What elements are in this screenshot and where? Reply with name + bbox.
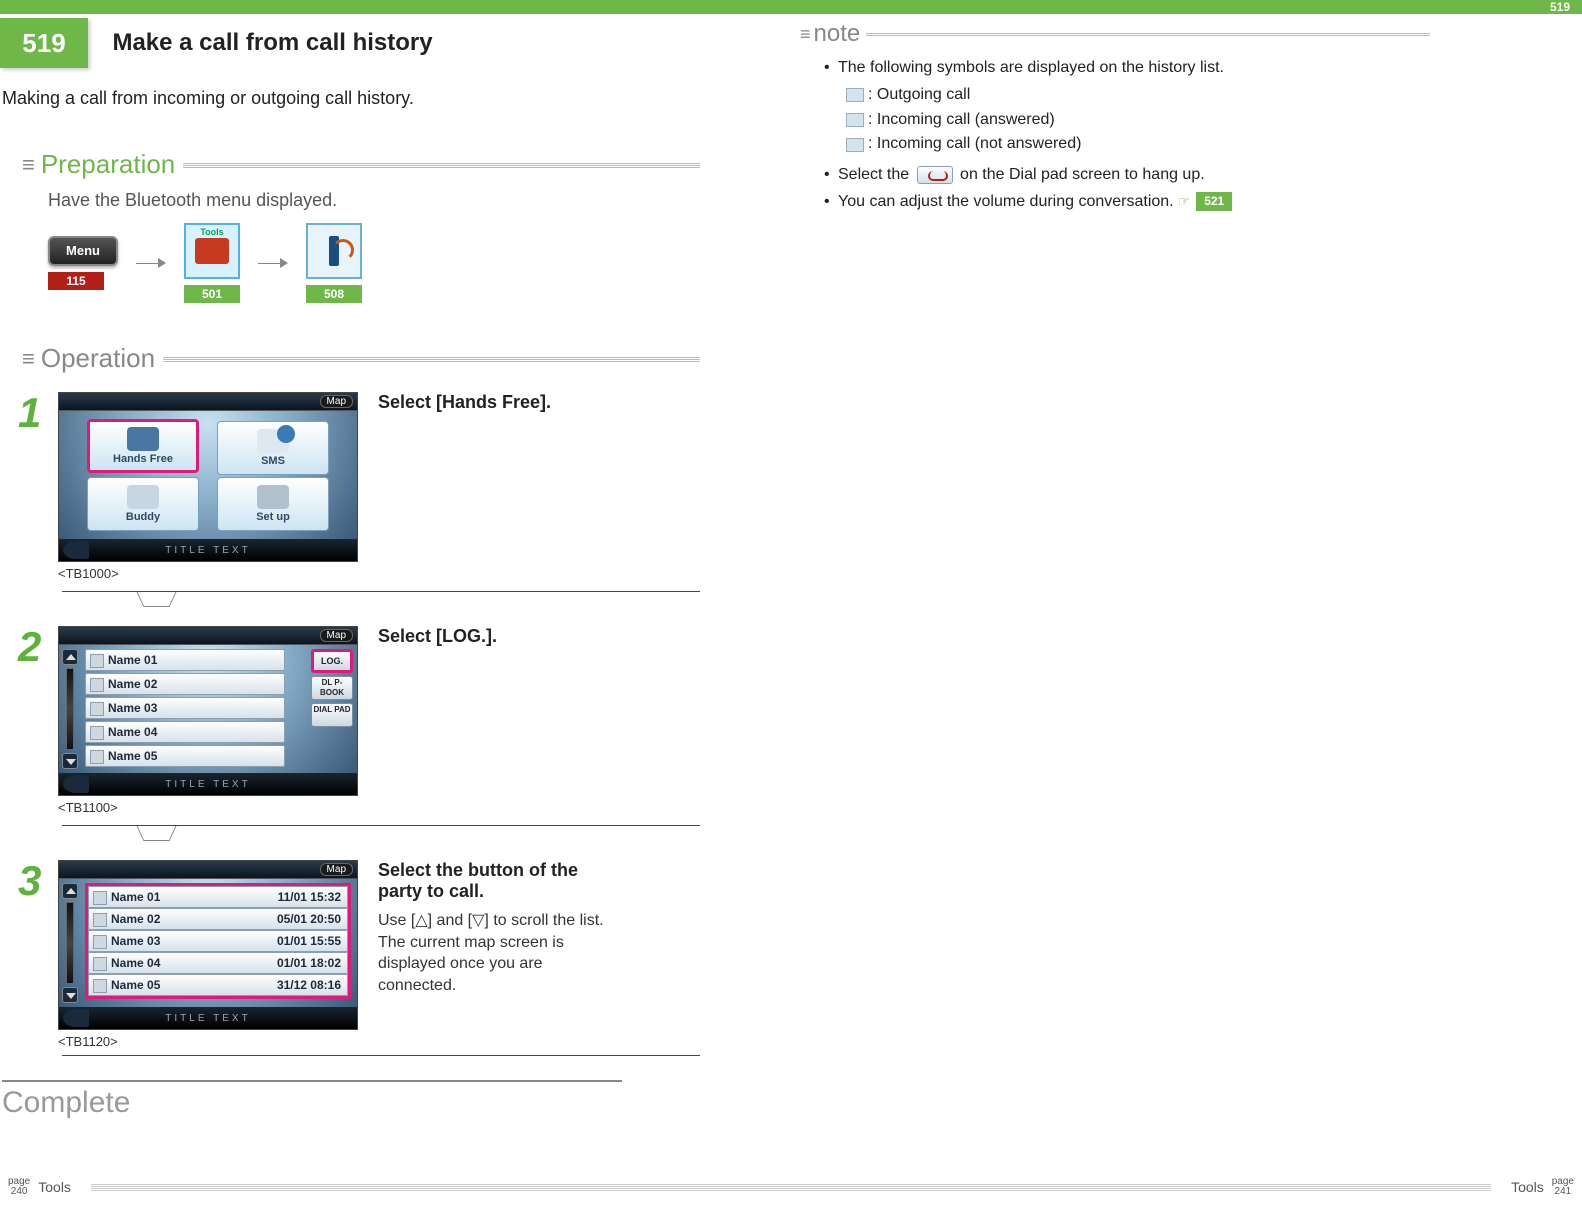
setup-button[interactable]: Set up [217, 477, 329, 531]
outgoing-call-icon [846, 88, 864, 102]
title-text-label: TITLE TEXT [165, 779, 250, 790]
tools-icon: Tools [184, 223, 240, 279]
footer-tools-left: Tools [38, 1179, 71, 1195]
step-connector-icon [140, 826, 180, 842]
map-button[interactable]: Map [320, 863, 353, 876]
step3-title: Select the button of the party to call. [378, 860, 618, 902]
step-1: 1 Map Hands Free SMS Buddy Set up TITLE … [18, 392, 700, 581]
incoming-unanswered-icon [846, 138, 864, 152]
section-number-badge: 519 [0, 18, 88, 68]
scrollbar[interactable] [66, 902, 74, 984]
hands-free-button[interactable]: Hands Free [87, 419, 199, 473]
reference-hand-icon: ☞ [1178, 193, 1191, 209]
title-text-label: TITLE TEXT [165, 545, 250, 556]
step1-title: Select [Hands Free]. [378, 392, 618, 413]
screen-id: <TB1000> [58, 566, 358, 581]
menu-button-icon: Menu [48, 236, 118, 266]
arrow-icon [258, 257, 288, 269]
ref-badge-521: 521 [1196, 192, 1232, 211]
back-icon[interactable] [63, 1009, 89, 1027]
buddy-button[interactable]: Buddy [87, 477, 199, 531]
step-number: 3 [18, 860, 58, 1049]
title-text-label: TITLE TEXT [165, 1013, 250, 1024]
sms-button[interactable]: SMS [217, 421, 329, 475]
step2-title: Select [LOG.]. [378, 626, 618, 647]
page-intro: Making a call from incoming or outgoing … [2, 88, 700, 109]
list-item[interactable]: Name 04 [85, 721, 285, 743]
step-number: 2 [18, 626, 58, 815]
step2-screenshot: Map Name 01 Name 02 Name 03 Name 04 [58, 626, 358, 796]
list-item[interactable]: Name 0531/12 08:16 [88, 974, 348, 996]
hangup-button-icon [917, 166, 953, 184]
scroll-down-button[interactable] [62, 753, 78, 769]
bluetooth-icon [306, 223, 362, 279]
preparation-row: Menu 115 Tools 501 508 [48, 223, 700, 303]
screen-id: <TB1100> [58, 800, 358, 815]
scroll-down-button[interactable] [62, 987, 78, 1003]
page-title: Make a call from call history [112, 18, 432, 68]
note-item: Select the on the Dial pad screen to han… [824, 163, 1430, 188]
list-item[interactable]: Name 0401/01 18:02 [88, 952, 348, 974]
step-number: 1 [18, 392, 58, 581]
ref-badge-508: 508 [306, 285, 362, 303]
step-2: 2 Map Name 01 Name 02 Name 03 [18, 626, 700, 815]
step-3: 3 Map Name 0111/01 15:32 Name 0205/01 20… [18, 860, 700, 1049]
screen-id: <TB1120> [58, 1034, 358, 1049]
back-icon[interactable] [63, 775, 89, 793]
ref-badge-501: 501 [184, 285, 240, 303]
list-item[interactable]: Name 03 [85, 697, 285, 719]
scroll-up-button[interactable] [62, 649, 78, 665]
map-button[interactable]: Map [320, 629, 353, 642]
preparation-text: Have the Bluetooth menu displayed. [48, 190, 700, 211]
note-heading: ≡ note [800, 20, 1430, 48]
note-item: You can adjust the volume during convers… [824, 190, 1430, 215]
footer-tools-right: Tools [1511, 1179, 1544, 1195]
complete-label: Complete [2, 1080, 622, 1120]
list-item[interactable]: Name 01 [85, 649, 285, 671]
incoming-answered-icon [846, 113, 864, 127]
list-item[interactable]: Name 0111/01 15:32 [88, 886, 348, 908]
preparation-heading: ≡ Preparation [22, 149, 700, 180]
map-button[interactable]: Map [320, 395, 353, 408]
back-icon[interactable] [63, 541, 89, 559]
list-item[interactable]: Name 0301/01 15:55 [88, 930, 348, 952]
step3-screenshot: Map Name 0111/01 15:32 Name 0205/01 20:5… [58, 860, 358, 1030]
arrow-icon [136, 257, 166, 269]
step1-screenshot: Map Hands Free SMS Buddy Set up TITLE TE… [58, 392, 358, 562]
note-item: The following symbols are displayed on t… [824, 56, 1430, 157]
list-item[interactable]: Name 05 [85, 745, 285, 767]
dialpad-button[interactable]: DIAL PAD [311, 703, 353, 727]
log-button[interactable]: LOG. [311, 649, 353, 673]
phonebook-button[interactable]: DL P-BOOK [311, 676, 353, 700]
list-item[interactable]: Name 02 [85, 673, 285, 695]
footer: page240 Tools Tools page241 [0, 1177, 1582, 1197]
scroll-up-button[interactable] [62, 883, 78, 899]
list-item[interactable]: Name 0205/01 20:50 [88, 908, 348, 930]
ref-badge-115: 115 [48, 272, 104, 290]
top-page-ref: 519 [1550, 0, 1570, 14]
step-connector-icon [140, 592, 180, 608]
step3-body: Use [△] and [▽] to scroll the list. The … [378, 910, 618, 996]
scrollbar[interactable] [66, 668, 74, 750]
operation-heading: ≡ Operation [22, 343, 700, 374]
